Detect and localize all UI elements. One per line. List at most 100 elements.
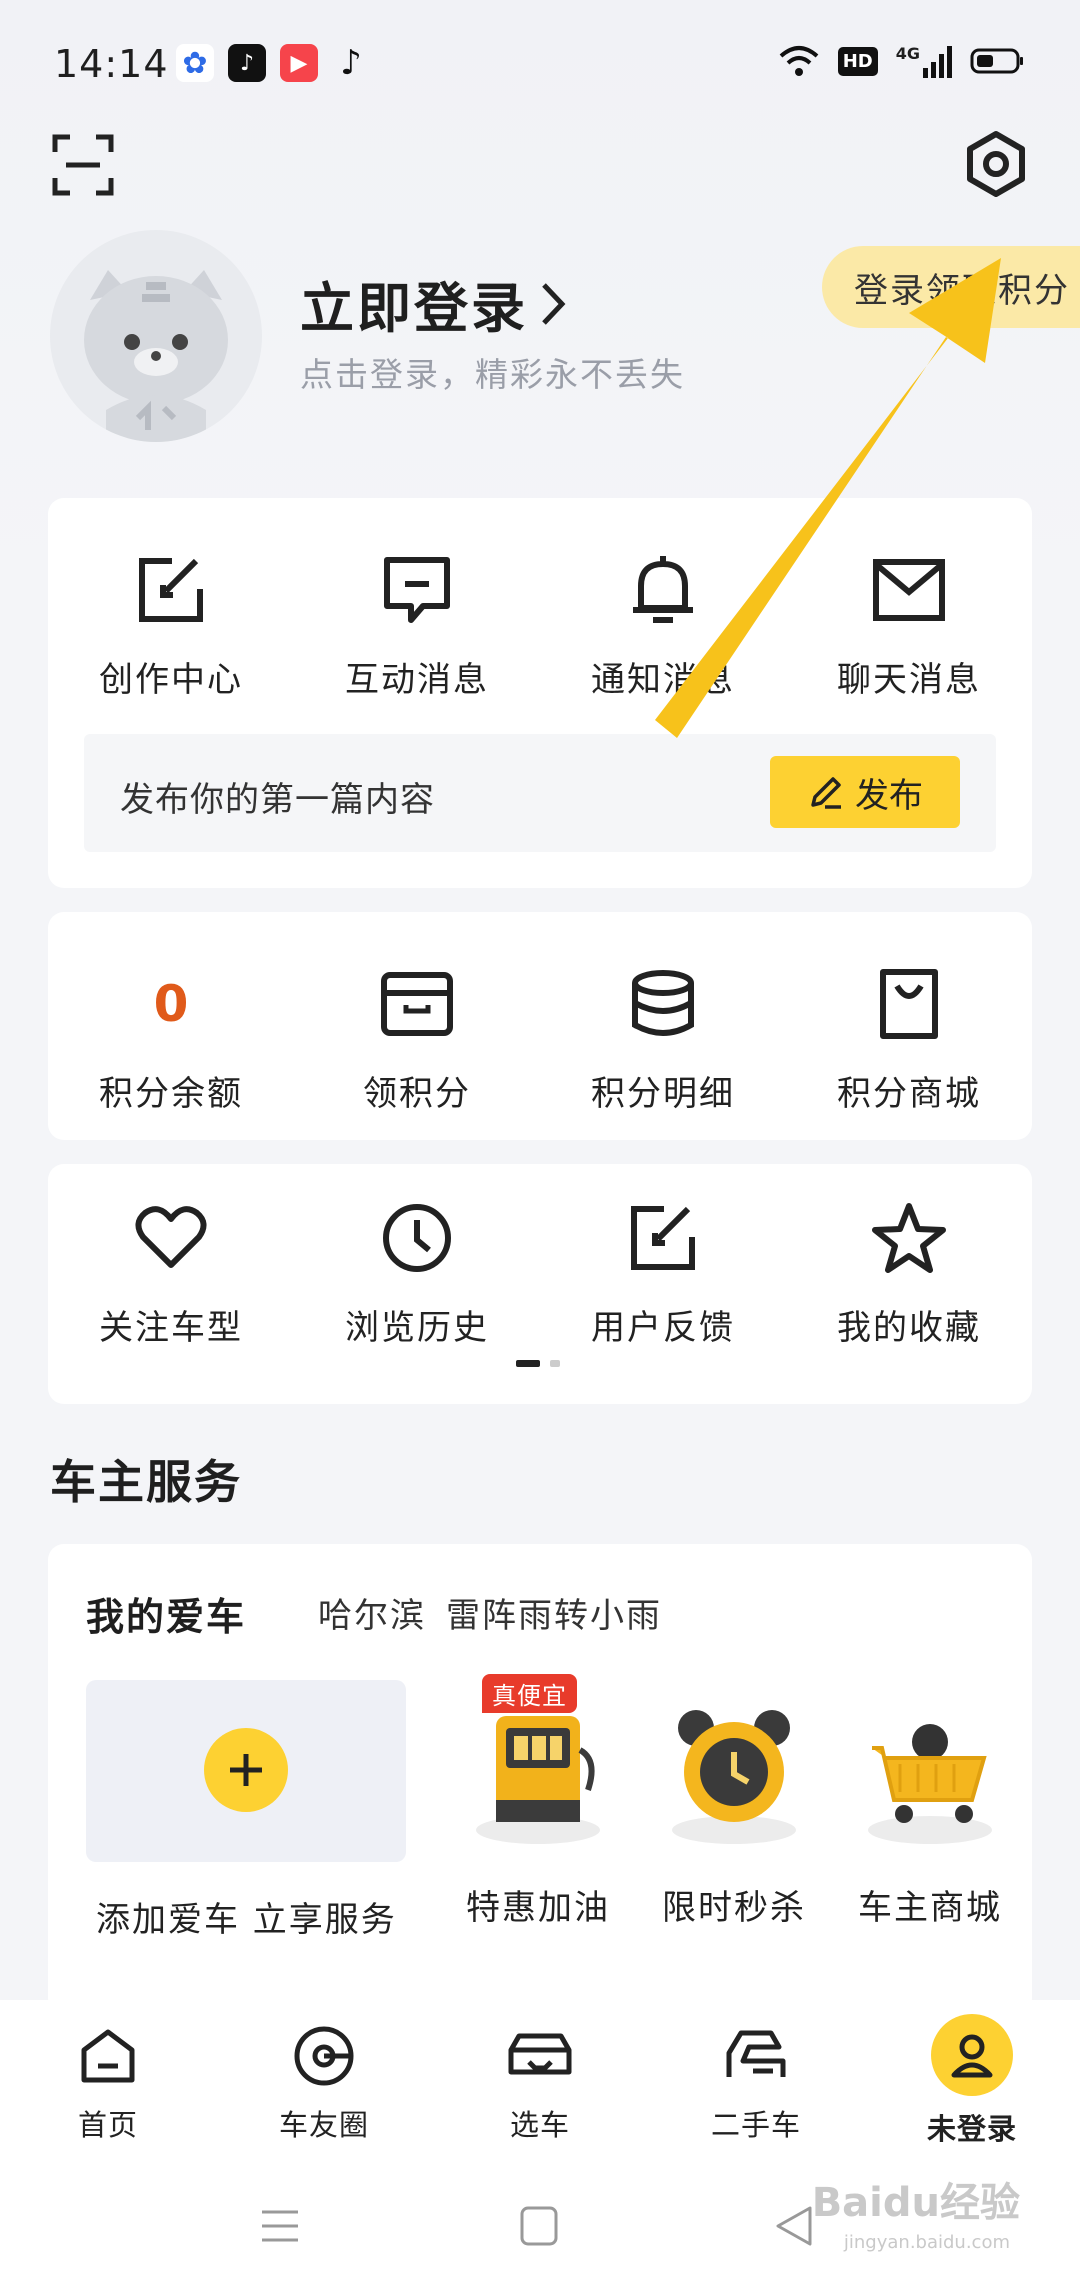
item-label: 互动消息 [345, 660, 489, 700]
wifi-icon [779, 46, 819, 76]
nav-label: 首页 [77, 2108, 138, 2142]
weather-info: 哈尔滨 雷阵雨转小雨 [318, 1588, 662, 1637]
shopping-cart-icon [860, 1680, 1000, 1850]
chat-icon [377, 550, 457, 630]
circle-icon [288, 2020, 360, 2092]
profile-page: 14:14 ✿ ♪ ▶ ♪ HD 4G 立即登录 点击登录，精彩永不丢失 登录领… [0, 0, 1080, 2280]
section-title: 车主服务 [50, 1455, 242, 1509]
login-points-banner[interactable]: 登录领取积分 [822, 246, 1080, 328]
nav-not-logged-in[interactable]: 未登录 [864, 2000, 1080, 2148]
creation-center-item[interactable]: 创作中心 [48, 550, 294, 701]
points-detail-item[interactable]: 积分明细 [540, 964, 786, 1115]
baidu-app-icon: ✿ [176, 44, 214, 82]
tools-card: 关注车型 浏览历史 用户反馈 我的收藏 [48, 1164, 1032, 1404]
douyin-live-app-icon: ♪ [228, 44, 266, 82]
item-label: 积分商城 [837, 1074, 981, 1114]
page-dot-active [516, 1360, 540, 1367]
publish-button-label: 发布 [855, 775, 923, 816]
user-feedback-item[interactable]: 用户反馈 [540, 1198, 786, 1349]
scan-icon[interactable] [52, 134, 114, 196]
add-car-button[interactable] [86, 1680, 406, 1862]
interaction-messages-item[interactable]: 互动消息 [294, 550, 540, 701]
item-label: 积分余额 [99, 1074, 243, 1114]
claim-points-item[interactable]: 领积分 [294, 964, 540, 1115]
item-label: 聊天消息 [837, 660, 981, 700]
home-icon [72, 2020, 144, 2092]
nav-label: 二手车 [710, 2108, 801, 2142]
publish-button[interactable]: 发布 [770, 756, 960, 828]
item-label: 关注车型 [99, 1308, 243, 1348]
nav-home[interactable]: 首页 [0, 2000, 216, 2148]
used-car-icon [720, 2020, 792, 2092]
points-balance-item[interactable]: 0 积分余额 [48, 964, 294, 1115]
add-car-label[interactable]: 添加爱车 立享服务 [96, 1892, 397, 1941]
points-card: 0 积分余额 领积分 积分明细 积分商城 [48, 912, 1032, 1140]
nav-label: 未登录 [926, 2112, 1017, 2146]
page-dot [550, 1360, 560, 1367]
item-label: 浏览历史 [345, 1308, 489, 1348]
avatar[interactable] [50, 230, 262, 442]
chevron-right-icon [542, 282, 566, 325]
login-link[interactable]: 立即登录 [300, 264, 568, 343]
page-indicator [516, 1360, 560, 1367]
settings-icon[interactable] [960, 128, 1032, 200]
decorative-background [106, 1716, 152, 1844]
feedback-icon [623, 1198, 703, 1278]
owner-mall-item[interactable]: 车主商城 [840, 1680, 1020, 1929]
publish-prompt-row[interactable]: 发布你的第一篇内容 发布 [84, 734, 996, 852]
bottom-nav: 首页 车友圈 选车 二手车 未登录 [0, 2000, 1080, 2148]
hd-icon: HD [837, 46, 878, 76]
kuaishou-app-icon: ▶ [280, 44, 318, 82]
followed-models-item[interactable]: 关注车型 [48, 1198, 294, 1349]
nav-label: 选车 [509, 2108, 570, 2142]
battery-icon [970, 48, 1023, 74]
login-subtitle: 点击登录，精彩永不丢失 [300, 355, 685, 394]
nav-community[interactable]: 车友圈 [216, 2000, 432, 2148]
signal-icon: 4G [896, 44, 952, 78]
flash-sale-item[interactable]: 限时秒杀 [644, 1680, 824, 1929]
notification-icons: ✿ ♪ ▶ ♪ [176, 43, 370, 83]
nav-select-car[interactable]: 选车 [432, 2000, 648, 2148]
browse-history-item[interactable]: 浏览历史 [294, 1198, 540, 1349]
user-icon [931, 2014, 1013, 2096]
chat-messages-item[interactable]: 聊天消息 [786, 550, 1032, 701]
publish-prompt: 发布你的第一篇内容 [120, 780, 435, 820]
menu-icon[interactable] [260, 2208, 300, 2244]
home-square-icon[interactable] [520, 2206, 558, 2246]
my-favorites-item[interactable]: 我的收藏 [786, 1198, 1032, 1349]
points-balance-value: 0 [153, 975, 189, 1033]
city: 哈尔滨 [318, 1596, 426, 1636]
item-label: 特惠加油 [466, 1888, 610, 1928]
network-type: 4G [895, 44, 920, 63]
points-mall-item[interactable]: 积分商城 [786, 964, 1032, 1115]
nav-label: 车友圈 [278, 2108, 369, 2142]
edit-icon [131, 550, 211, 630]
back-triangle-icon[interactable] [774, 2204, 814, 2248]
messages-grid: 创作中心 互动消息 通知消息 聊天消息 [48, 550, 1032, 701]
plus-icon [204, 1728, 288, 1812]
my-car-card: 我的爱车 哈尔滨 雷阵雨转小雨 添加爱车 立享服务 真便宜 特惠加油 限时秒杀 … [48, 1544, 1032, 2014]
item-label: 限时秒杀 [662, 1888, 806, 1928]
item-label: 创作中心 [99, 660, 243, 700]
alarm-clock-icon [664, 1680, 804, 1850]
item-label: 我的收藏 [837, 1308, 981, 1348]
fuel-discount-item[interactable]: 真便宜 特惠加油 [448, 1674, 628, 1929]
status-bar: 14:14 ✿ ♪ ▶ ♪ HD 4G [0, 0, 1080, 130]
status-time: 14:14 [54, 42, 169, 86]
item-label: 通知消息 [591, 660, 735, 700]
clock-icon [377, 1198, 457, 1278]
tiger-avatar-icon [50, 230, 262, 442]
mail-icon [869, 550, 949, 630]
messages-card: 创作中心 互动消息 通知消息 聊天消息 发布你的第一篇内容 发布 [48, 498, 1032, 888]
item-label: 积分明细 [591, 1074, 735, 1114]
watermark-url: jingyan.baidu.com [843, 2232, 1010, 2253]
item-label: 领积分 [363, 1074, 471, 1114]
status-right: HD 4G [778, 44, 1024, 78]
shopping-bag-icon [869, 964, 949, 1044]
notification-messages-item[interactable]: 通知消息 [540, 550, 786, 701]
weather-text: 雷阵雨转小雨 [446, 1596, 662, 1636]
points-grid: 0 积分余额 领积分 积分明细 积分商城 [48, 964, 1032, 1115]
heart-icon [131, 1198, 211, 1278]
box-icon [377, 964, 457, 1044]
nav-used-car[interactable]: 二手车 [648, 2000, 864, 2148]
